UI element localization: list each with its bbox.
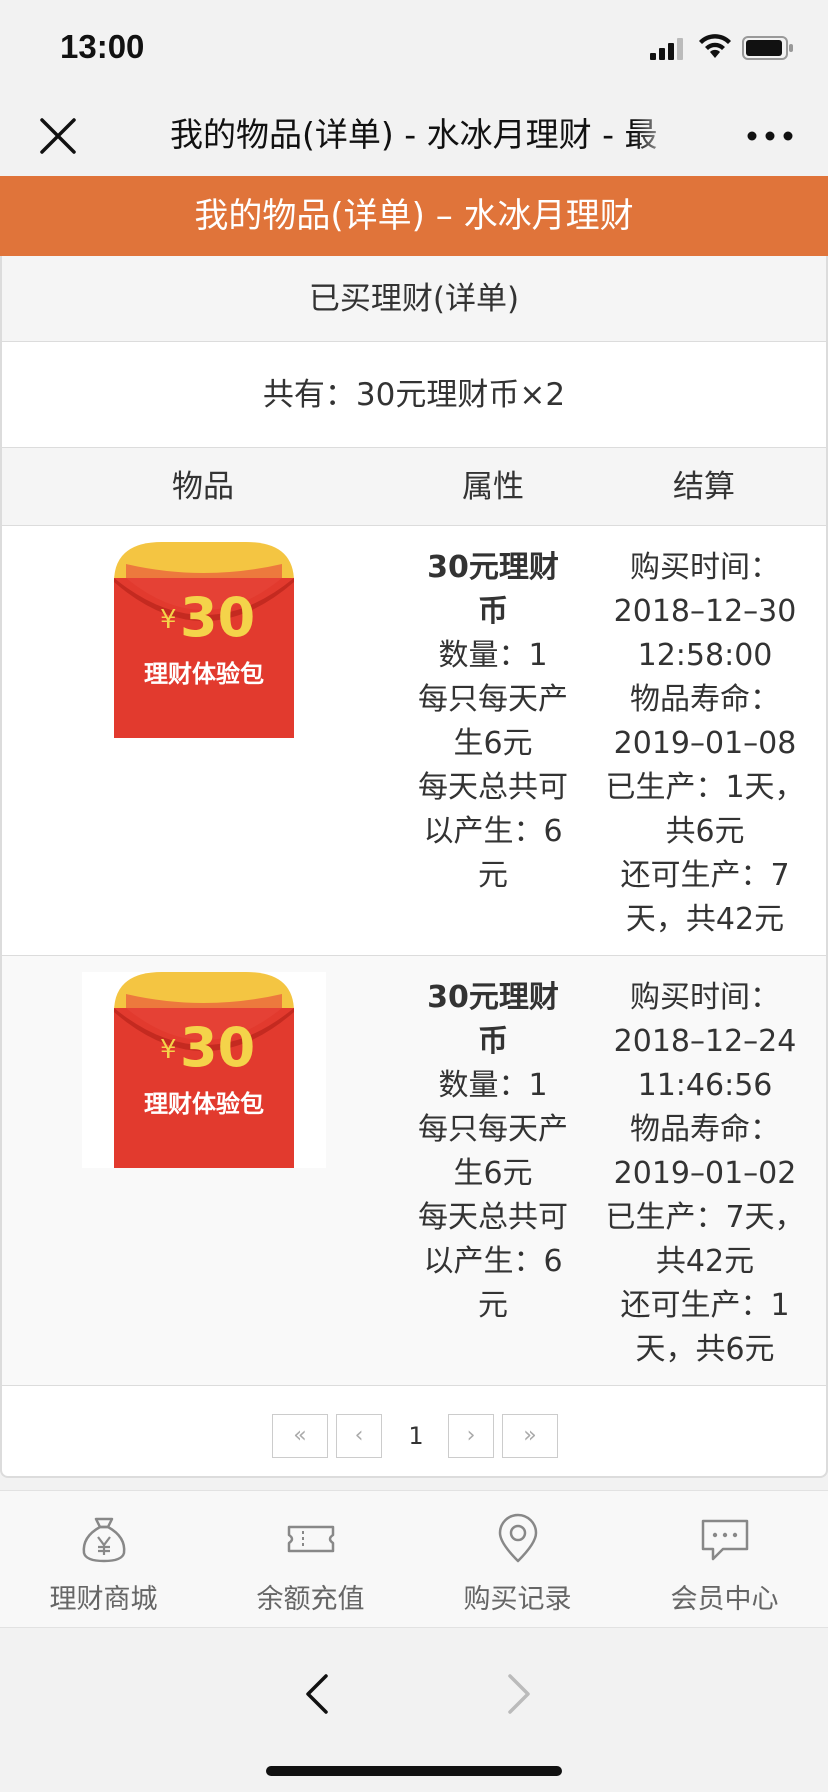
purchased-items-panel: 已买理财(详单) 共有：30元理财币×2 物品 属性 结算 ¥ 30 理财体验包… (0, 256, 828, 1478)
column-header-attributes: 属性 (462, 469, 524, 505)
tab-label: 余额充值 (256, 1584, 365, 1615)
item-daily-total: 每天总共可以产生：6元 (418, 1200, 568, 1323)
svg-text:30: 30 (180, 586, 255, 649)
svg-text:¥: ¥ (160, 1035, 177, 1065)
browser-bottom-nav (0, 1628, 828, 1792)
status-bar: 13:00 (0, 0, 828, 96)
location-pin-icon (498, 1513, 538, 1563)
tab-purchase-records[interactable]: 购买记录 (414, 1491, 621, 1629)
buy-time-label: 购买时间： (630, 550, 780, 585)
items-summary: 共有：30元理财币×2 (2, 342, 826, 448)
tab-member-center[interactable]: 会员中心 (621, 1491, 828, 1629)
svg-text:¥: ¥ (160, 605, 177, 635)
home-indicator (266, 1766, 562, 1776)
item-settlement: 购买时间： 2018–12–30 12:58:00 物品寿命： 2019–01–… (592, 546, 818, 942)
item-attributes: 30元理财币 数量：1 每只每天产生6元 每天总共可以产生：6元 (414, 546, 572, 898)
ticket-icon (287, 1525, 335, 1553)
first-page-button[interactable]: « (272, 1414, 328, 1458)
chat-bubble-icon (701, 1519, 749, 1561)
table-row: ¥ 30 理财体验包 30元理财币 数量：1 每只每天产生6元 每天总共可以产生… (2, 526, 826, 956)
buy-time-label: 购买时间： (630, 980, 780, 1015)
item-name: 30元理财币 (427, 980, 559, 1059)
table-row: ¥ 30 理财体验包 30元理财币 数量：1 每只每天产生6元 每天总共可以产生… (2, 956, 826, 1386)
wifi-icon (699, 34, 731, 58)
remaining-summary: 还可生产：1天，共6元 (620, 1288, 790, 1367)
svg-text:理财体验包: 理财体验包 (144, 660, 264, 688)
item-name: 30元理财币 (427, 550, 559, 629)
money-bag-icon (82, 1517, 126, 1563)
life-date: 2019–01–08 (613, 726, 797, 761)
item-daily-total: 每天总共可以产生：6元 (418, 770, 568, 893)
tab-shop[interactable]: 理财商城 (0, 1491, 207, 1629)
tab-label: 会员中心 (670, 1584, 779, 1615)
battery-icon (742, 36, 793, 60)
item-attributes: 30元理财币 数量：1 每只每天产生6元 每天总共可以产生：6元 (414, 976, 572, 1328)
tab-label: 购买记录 (463, 1584, 572, 1615)
svg-text:理财体验包: 理财体验包 (144, 1090, 264, 1118)
column-header-settlement: 结算 (673, 469, 735, 505)
svg-text:30: 30 (180, 1016, 255, 1079)
coupon-image: ¥ 30 理财体验包 (82, 972, 326, 1168)
tab-label: 理财商城 (49, 1584, 158, 1615)
forward-arrow-icon[interactable] (500, 1672, 536, 1716)
produced-summary: 已生产：7天，共42元 (605, 1200, 805, 1279)
status-time: 13:00 (60, 28, 145, 65)
item-per-day-yield: 每只每天产生6元 (418, 682, 568, 761)
last-page-button[interactable]: » (502, 1414, 558, 1458)
remaining-summary: 还可生产：7天，共42元 (620, 858, 790, 937)
table-header: 物品 属性 结算 (2, 448, 826, 526)
produced-summary: 已生产：1天，共6元 (605, 770, 805, 849)
more-options-icon[interactable] (746, 124, 794, 148)
item-settlement: 购买时间： 2018–12–24 11:46:56 物品寿命： 2019–01–… (592, 976, 818, 1372)
item-per-day-yield: 每只每天产生6元 (418, 1112, 568, 1191)
panel-title: 已买理财(详单) (2, 256, 826, 342)
prev-page-button[interactable]: ‹ (336, 1414, 382, 1458)
tab-recharge[interactable]: 余额充值 (207, 1491, 414, 1629)
item-quantity: 数量：1 (438, 1068, 548, 1103)
coupon-image: ¥ 30 理财体验包 (82, 542, 326, 738)
close-icon[interactable] (36, 114, 80, 158)
life-date: 2019–01–02 (613, 1156, 797, 1191)
current-page[interactable]: 1 (394, 1414, 438, 1458)
life-label: 物品寿命： (630, 1112, 780, 1147)
buy-time: 2018–12–30 12:58:00 (613, 594, 797, 673)
site-header: 我的物品(详单) – 水冰月理财 (0, 176, 828, 256)
life-label: 物品寿命： (630, 682, 780, 717)
webview-nav-bar: 我的物品(详单) - 水冰月理财 - 最 (0, 96, 828, 176)
pagination: « ‹ 1 › » (2, 1386, 826, 1476)
bottom-tab-bar: 理财商城 余额充值 购买记录 会员中心 (0, 1490, 828, 1628)
buy-time: 2018–12–24 11:46:56 (613, 1024, 797, 1103)
next-page-button[interactable]: › (448, 1414, 494, 1458)
item-quantity: 数量：1 (438, 638, 548, 673)
column-header-item: 物品 (172, 469, 234, 505)
back-arrow-icon[interactable] (300, 1672, 336, 1716)
page-title: 我的物品(详单) - 水冰月理财 - 最 (170, 115, 658, 154)
cellular-signal-icon (650, 38, 683, 60)
